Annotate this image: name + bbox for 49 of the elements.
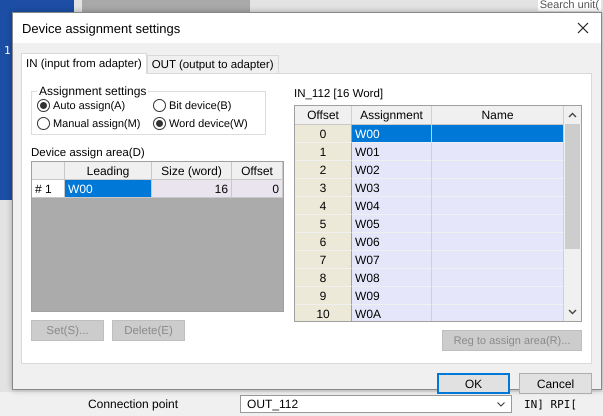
ok-button[interactable]: OK [437, 373, 510, 394]
radio-option[interactable]: Manual assign(M) [37, 117, 153, 130]
table-cell[interactable]: W04 [352, 197, 432, 215]
tab[interactable]: OUT (output to adapter) [146, 55, 279, 73]
row-header: 2 [295, 161, 352, 179]
row-header: 7 [295, 251, 352, 269]
table-cell[interactable]: W00 [352, 125, 432, 143]
column-header: Name [432, 106, 564, 125]
row-header: 3 [295, 179, 352, 197]
table-cell: 0 [232, 180, 283, 198]
table-cell[interactable]: W07 [352, 251, 432, 269]
row-header: 10 [295, 305, 352, 321]
radio-option[interactable]: Word device(W) [153, 117, 261, 130]
row-header: 0 [295, 125, 352, 143]
connection-dropdown[interactable]: OUT_112 [240, 395, 512, 413]
radio-option[interactable]: Bit device(B) [153, 99, 261, 112]
table-cell[interactable]: W02 [352, 161, 432, 179]
column-header: Assignment [352, 106, 432, 125]
group-title: Assignment settings [38, 84, 148, 98]
table-cell[interactable]: W01 [352, 143, 432, 161]
table-cell[interactable]: W00 [65, 180, 152, 198]
table-cell[interactable]: W06 [352, 233, 432, 251]
code-text: IN] RPI[ [524, 398, 577, 410]
column-header: Leading [65, 162, 152, 180]
row-header: # 1 [32, 180, 65, 198]
row-header: 9 [295, 287, 352, 305]
table-title: IN_112 [16 Word] [294, 88, 384, 100]
table-cell[interactable]: W09 [352, 287, 432, 305]
row-header: 1 [295, 143, 352, 161]
column-header: Offset [232, 162, 283, 180]
row-header: 5 [295, 215, 352, 233]
row-header: 6 [295, 233, 352, 251]
section-label: Device assign area(D) [31, 147, 146, 159]
table-cell[interactable]: W03 [352, 179, 432, 197]
row-header: 8 [295, 269, 352, 287]
cancel-button[interactable]: Cancel [519, 373, 592, 394]
table-cell[interactable]: W0A [352, 305, 432, 321]
column-header: Offset [295, 106, 352, 125]
search-label: Search unit( [538, 0, 601, 11]
column-header: Size (word) [152, 162, 232, 180]
line-number: 1 [4, 44, 11, 57]
window-title: Device assignment settings [22, 20, 180, 36]
table-cell[interactable]: W05 [352, 215, 432, 233]
row-header: 4 [295, 197, 352, 215]
table-cell[interactable]: W08 [352, 269, 432, 287]
radio-option[interactable]: Auto assign(A) [37, 99, 153, 112]
tab[interactable]: IN (input from adapter) [21, 53, 147, 74]
table-cell: 16 [152, 180, 232, 198]
connection-label: Connection point [88, 397, 180, 411]
